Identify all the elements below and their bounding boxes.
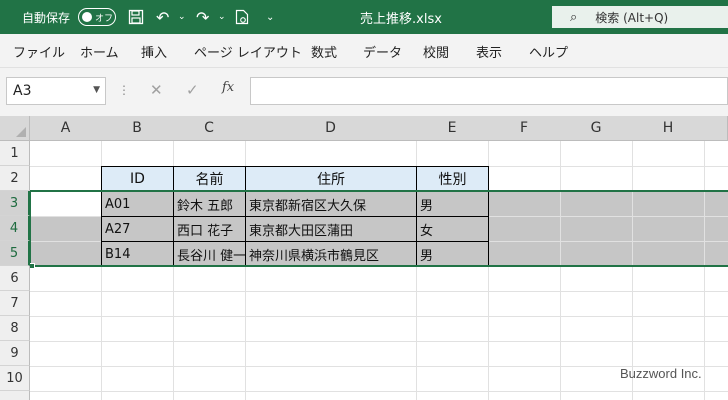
column-header[interactable]: E [416, 116, 489, 141]
autosave-label: 自動保存 [22, 10, 71, 25]
chevron-down-icon[interactable]: ▼ [93, 85, 100, 95]
redo-dropdown-icon[interactable]: ⌄ [218, 0, 226, 34]
title-bar: 自動保存 オフ ↶ ⌄ ↷ ⌄ ⌄ 売上推移.xlsx ⌕ 検索 (Alt+Q) [0, 0, 728, 34]
redo-icon[interactable]: ↷ [196, 0, 209, 34]
autosave-toggle[interactable]: オフ [78, 8, 116, 26]
tab-view[interactable]: 表示 [476, 34, 502, 68]
gridline [560, 141, 561, 400]
row-header[interactable]: 7 [0, 291, 30, 316]
tab-review[interactable]: 校閲 [423, 34, 449, 68]
table-header-cell[interactable]: 性別 [416, 166, 489, 192]
column-header[interactable]: H [632, 116, 705, 141]
name-box[interactable]: A3 ▼ [6, 77, 106, 105]
tab-formulas[interactable]: 数式 [311, 34, 337, 68]
table-header-cell[interactable]: 住所 [245, 166, 417, 192]
row-header[interactable]: 4 [0, 216, 30, 241]
undo-icon[interactable]: ↶ [156, 0, 169, 34]
column-header[interactable]: C [173, 116, 246, 141]
search-label: 検索 (Alt+Q) [595, 10, 669, 25]
row-header[interactable]: 2 [0, 166, 30, 191]
row-header[interactable]: 10 [0, 366, 30, 391]
autosave-toggle-label: オフ [95, 13, 114, 24]
column-header[interactable]: A [30, 116, 102, 141]
row-header[interactable]: 9 [0, 341, 30, 366]
enter-icon[interactable]: ✓ [186, 81, 199, 99]
more-options-icon: ⋮ [118, 83, 130, 97]
gridline [632, 141, 633, 400]
table-header-cell[interactable]: ID [101, 166, 174, 192]
save-icon[interactable] [128, 0, 144, 34]
customize-qat-icon[interactable]: ⌄ [266, 0, 274, 34]
row-header[interactable]: 5 [0, 241, 30, 266]
formula-bar: A3 ▼ ⋮ ✕ ✓ fx [0, 68, 728, 116]
formula-input[interactable] [250, 77, 728, 105]
name-box-value: A3 [13, 83, 32, 99]
tab-page-layout[interactable]: ページ レイアウト [194, 34, 302, 68]
tab-help[interactable]: ヘルプ [529, 34, 568, 68]
select-all-button[interactable] [0, 116, 30, 141]
worksheet-grid[interactable]: ID 名前 住所 性別 A01 鈴木 五郎 東京都新宿区大久保 男 A27 西口… [0, 116, 728, 400]
gridline [704, 141, 705, 400]
gridline [30, 291, 728, 292]
undo-dropdown-icon[interactable]: ⌄ [178, 0, 186, 34]
tab-home[interactable]: ホーム [80, 34, 119, 68]
row-header-partial[interactable] [0, 391, 30, 400]
watermark: Buzzword Inc. [620, 366, 702, 381]
search-box[interactable]: ⌕ 検索 (Alt+Q) [552, 6, 728, 28]
row-header[interactable]: 3 [0, 191, 30, 216]
insert-function-icon[interactable]: fx [222, 80, 234, 95]
tab-file[interactable]: ファイル [13, 34, 65, 68]
ribbon-tabs: ファイル ホーム 挿入 ページ レイアウト 数式 データ 校閲 表示 ヘルプ [0, 34, 728, 68]
document-title: 売上推移.xlsx [360, 11, 442, 27]
tab-insert[interactable]: 挿入 [141, 34, 167, 68]
column-header[interactable]: F [488, 116, 561, 141]
gridline [30, 341, 728, 342]
tab-data[interactable]: データ [363, 34, 402, 68]
search-icon: ⌕ [570, 9, 578, 25]
gridline [30, 391, 728, 392]
cancel-icon[interactable]: ✕ [150, 81, 163, 99]
column-header[interactable]: B [101, 116, 174, 141]
column-header[interactable]: G [560, 116, 633, 141]
page-setup-icon[interactable] [235, 0, 249, 34]
column-header-partial[interactable] [704, 116, 728, 141]
row-header[interactable]: 6 [0, 266, 30, 291]
column-header[interactable]: D [245, 116, 417, 141]
selection-border [29, 190, 728, 267]
row-header[interactable]: 1 [0, 141, 30, 166]
table-header-cell[interactable]: 名前 [173, 166, 246, 192]
gridline [30, 316, 728, 317]
row-header[interactable]: 8 [0, 316, 30, 341]
